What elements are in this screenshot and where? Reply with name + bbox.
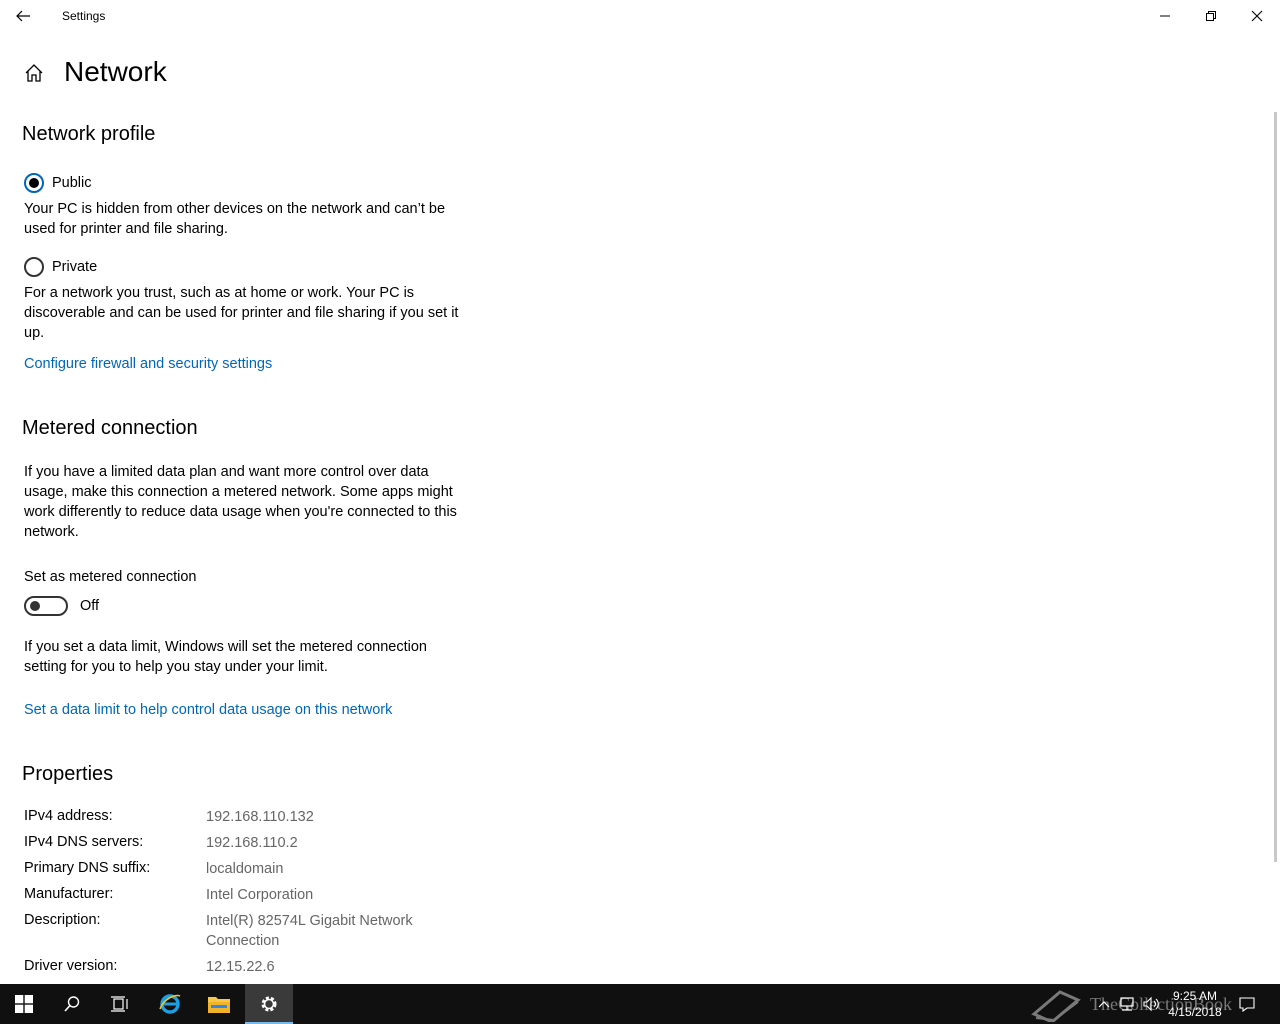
public-description: Your PC is hidden from other devices on … [24, 201, 446, 237]
driver-version-value: 12.15.22.6 [206, 959, 275, 975]
private-radio-option[interactable]: Private [24, 256, 97, 278]
ipv4-dns-label: IPv4 DNS servers: [24, 834, 144, 850]
description-label: Description: [24, 912, 101, 928]
ipv4-address-value: 192.168.110.132 [206, 809, 314, 825]
volume-tray-button[interactable] [1140, 984, 1162, 1024]
ipv4-dns-value: 192.168.110.2 [206, 835, 298, 851]
manufacturer-value: Intel Corporation [206, 887, 314, 903]
dns-suffix-value: localdomain [206, 861, 284, 877]
speaker-icon [1143, 996, 1159, 1012]
network-profile-heading: Network profile [22, 123, 156, 145]
notification-icon [1239, 997, 1255, 1012]
clock-time: 9:25 AM [1172, 989, 1218, 1003]
back-arrow-icon [16, 10, 30, 22]
page-title: Network [64, 56, 167, 87]
public-radio-option[interactable]: Public [24, 172, 92, 194]
public-radio-label: Public [52, 175, 92, 191]
chevron-up-icon [1098, 1001, 1110, 1008]
restore-icon [1206, 11, 1216, 21]
driver-version-label: Driver version: [24, 958, 118, 974]
metered-connection-heading: Metered connection [22, 417, 198, 439]
firewall-settings-link[interactable]: Configure firewall and security settings [24, 356, 272, 372]
private-radio-button[interactable] [24, 257, 44, 277]
search-icon [64, 996, 80, 1012]
properties-heading: Properties [22, 763, 114, 785]
taskbar: TheCollectionBook 9:25 AM 4/15/2018 [0, 984, 1280, 1024]
manufacturer-label: Manufacturer: [24, 886, 114, 902]
task-view-icon [111, 996, 128, 1012]
folder-icon [208, 997, 230, 1013]
ipv4-address-label: IPv4 address: [24, 808, 113, 824]
network-icon [1120, 997, 1134, 1011]
public-radio-button[interactable] [24, 173, 44, 193]
minimize-button[interactable] [1142, 0, 1188, 32]
metered-toggle-row: Off [24, 596, 99, 616]
clock-date: 4/15/2018 [1168, 1005, 1222, 1019]
close-icon [1251, 10, 1263, 22]
private-radio-label: Private [52, 259, 98, 275]
scrollbar[interactable] [1274, 112, 1277, 862]
metered-toggle-state: Off [80, 598, 100, 614]
internet-explorer-icon [159, 994, 181, 1014]
close-button[interactable] [1234, 0, 1280, 32]
gear-icon [261, 996, 277, 1012]
minimize-icon [1160, 15, 1170, 17]
private-description: For a network you trust, such as at home… [24, 285, 459, 341]
show-hidden-icons-button[interactable] [1094, 984, 1114, 1024]
taskbar-clock[interactable]: 9:25 AM 4/15/2018 [1160, 988, 1230, 1020]
description-value: Intel(R) 82574L Gigabit Network Connecti… [206, 913, 413, 949]
restore-button[interactable] [1188, 0, 1234, 32]
task-view-button[interactable] [96, 984, 144, 1024]
metered-toggle-label: Set as metered connection [24, 569, 197, 585]
dns-suffix-label: Primary DNS suffix: [24, 860, 151, 876]
data-limit-link[interactable]: Set a data limit to help control data us… [24, 702, 392, 718]
book-icon [1031, 990, 1081, 1022]
action-center-button[interactable] [1236, 984, 1258, 1024]
network-page: Network Network profile Public Your PC i… [0, 32, 1270, 984]
file-explorer-button[interactable] [195, 984, 243, 1024]
start-button[interactable] [0, 984, 48, 1024]
title-bar: Settings [0, 0, 1280, 32]
data-limit-note: If you set a data limit, Windows will se… [24, 639, 427, 675]
back-button[interactable] [0, 0, 46, 32]
home-icon[interactable] [23, 62, 45, 84]
app-title: Settings [62, 9, 106, 23]
metered-toggle-switch[interactable] [24, 596, 68, 616]
edge-taskbar-button[interactable] [146, 984, 194, 1024]
network-tray-button[interactable] [1116, 984, 1138, 1024]
metered-description: If you have a limited data plan and want… [24, 464, 457, 540]
settings-taskbar-button[interactable] [245, 984, 293, 1024]
search-button[interactable] [48, 984, 96, 1024]
windows-logo-icon [15, 995, 33, 1013]
